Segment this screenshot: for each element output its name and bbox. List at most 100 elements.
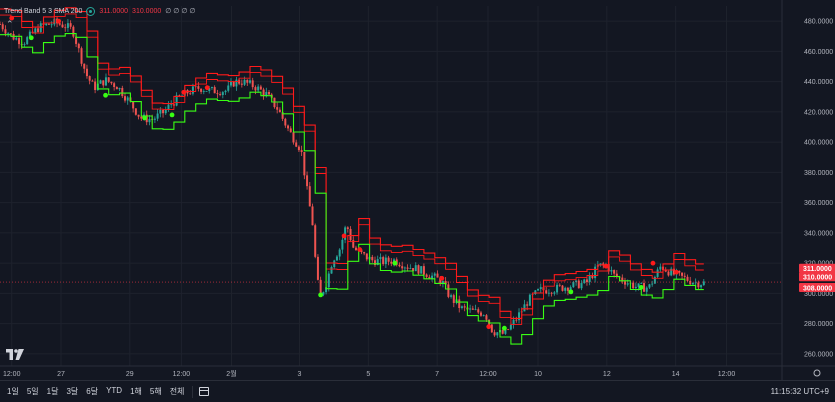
candle-body [588,275,591,283]
candle-body [485,315,488,320]
chart-canvas[interactable]: 480.0000 460.0000 440.0000 420.0000 400.0000… [0,0,835,380]
x-tick-label: 12:00 [479,371,497,378]
candle-body [278,109,281,113]
candle-body [610,270,613,272]
candle-body [292,132,295,143]
candle-body [246,79,249,83]
candle-body [501,330,504,334]
candle-body [689,280,692,285]
y-tick-label: 460.0000 [804,49,833,56]
x-tick-label: 12:00 [173,371,191,378]
candle-body [259,86,262,90]
candle-body [289,128,292,133]
candle-body [632,282,635,289]
clock[interactable]: 11:15:32 UTC+9 [771,387,835,396]
candle-body [450,295,453,297]
candle-body [469,308,472,310]
indicator-empty-values: ∅ ∅ ∅ ∅ [165,8,196,15]
range-1m-button[interactable]: 1달 [47,386,59,397]
candle-body [140,116,143,119]
candle-body [577,280,580,289]
candle-body [110,81,113,84]
candle-body [113,83,116,87]
indicator-legend[interactable]: Trend Band 5 3 SMA 200 311.0000 310.0000… [4,4,195,18]
candle-body [58,23,61,25]
range-ytd-button[interactable]: YTD [106,386,122,397]
candle-body [314,225,317,257]
candle-body [251,80,254,88]
gear-icon[interactable] [813,369,821,377]
candle-body [308,186,311,207]
candle-body [257,86,260,91]
candle-body [213,87,216,94]
candle-body [80,48,83,64]
candle-body [189,93,192,95]
range-5y-button[interactable]: 5해 [150,386,162,397]
candle-body [265,91,268,96]
candle-body [594,266,597,279]
candle-body [134,108,137,115]
range-5d-button[interactable]: 5일 [27,386,39,397]
y-tick-label: 340.0000 [804,230,833,237]
candle-body [354,247,357,250]
y-tick-label: 380.0000 [804,170,833,177]
candle-body [126,97,129,101]
x-tick-label: 12:00 [718,371,736,378]
candle-body [648,284,651,288]
signal-dot-down [486,324,492,330]
chevron-up-icon[interactable]: ⌃ [6,19,14,30]
candle-body [406,267,409,269]
candle-body [121,87,124,97]
candle-body [537,289,540,291]
indicator-name[interactable]: Trend Band 5 3 SMA 200 [4,8,82,15]
candle-body [691,282,694,285]
candle-body [341,239,344,250]
candle-body [91,80,94,82]
signal-dot-down [439,275,445,281]
price-label: 310.0000 [803,275,832,282]
trend-band-upper-inner [0,13,704,325]
candle-body [390,261,393,264]
candle-body [681,272,684,276]
candle-body [306,175,309,187]
eye-icon[interactable] [86,6,96,16]
candle-body [656,269,659,277]
signal-dot-up [392,260,398,266]
candle-body [170,104,173,106]
candle-body [474,309,477,311]
range-1y-button[interactable]: 1해 [130,386,142,397]
price-label: 308.0000 [803,285,832,292]
candle-body [561,285,564,291]
candle-body [683,275,686,277]
range-1d-button[interactable]: 1일 [7,386,19,397]
signal-dot-down [56,18,62,24]
candle-body [327,273,330,288]
range-3m-button[interactable]: 3달 [66,386,78,397]
candle-body [694,282,697,284]
x-tick-label: 29 [126,371,134,378]
candle-body [477,309,480,313]
candle-body [148,119,151,123]
range-all-button[interactable]: 전체 [170,386,185,397]
candle-body [232,81,235,87]
candle-body [401,266,404,269]
candle-body [15,38,18,40]
candle-body [205,91,208,92]
candle-body [335,256,338,261]
candle-body [99,80,102,84]
candle-body [254,87,257,91]
chart[interactable]: 480.0000 460.0000 440.0000 420.0000 400.0000… [0,0,835,402]
candle-body [316,256,319,280]
candle-body [69,23,72,27]
candle-body [229,81,232,86]
candle-body [164,109,167,114]
range-6m-button[interactable]: 6달 [86,386,98,397]
candle-body [94,81,97,90]
candle-body [297,146,300,151]
candle-body [651,283,654,285]
candle-body [512,319,515,325]
calendar-icon[interactable] [199,387,210,396]
candle-body [515,319,518,321]
candle-body [104,77,107,86]
x-tick-label: 10 [534,371,542,378]
